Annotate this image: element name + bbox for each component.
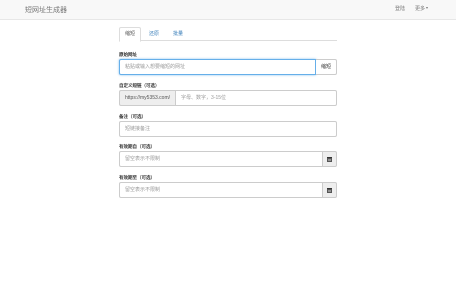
main-container: 缩短 还原 批量 原始网址 粘贴或输入想要缩短的网址 缩短 自定义短链（可选） … <box>119 27 337 198</box>
shorten-button[interactable]: 缩短 <box>315 59 337 75</box>
url-field-group: 原始网址 粘贴或输入想要缩短的网址 缩短 <box>119 52 337 75</box>
start-date-calendar-button[interactable] <box>323 151 337 167</box>
end-date-label: 有效期至（可选） <box>119 175 155 180</box>
more-dropdown[interactable]: 更多 <box>415 5 428 12</box>
custom-label: 自定义短链（可选） <box>119 83 160 88</box>
note-field-group: 备注（可选） 短链接备注 <box>119 114 337 137</box>
end-date-calendar-button[interactable] <box>323 182 337 198</box>
tab-bar: 缩短 还原 批量 <box>119 27 337 42</box>
tab-shorten[interactable]: 缩短 <box>119 27 142 42</box>
calendar-icon <box>327 157 332 162</box>
custom-field-group: 自定义短链（可选） https://my5353.com/ 字母、数字，3-15… <box>119 83 337 106</box>
start-date-field-group: 有效期自（可选） 留空表示不限制 <box>119 144 337 167</box>
tab-restore[interactable]: 还原 <box>143 27 165 41</box>
domain-prefix: https://my5353.com/ <box>119 90 176 106</box>
url-label: 原始网址 <box>119 52 137 57</box>
note-input[interactable]: 短链接备注 <box>119 121 337 137</box>
tab-batch[interactable]: 批量 <box>167 27 189 41</box>
navbar-links: 登陆 更多 <box>395 5 428 12</box>
caret-down-icon <box>426 7 428 9</box>
start-date-label: 有效期自（可选） <box>119 144 155 149</box>
note-label: 备注（可选） <box>119 114 146 119</box>
more-label: 更多 <box>414 6 425 12</box>
brand-logo[interactable]: 短网址生成器 <box>25 5 67 15</box>
navbar: 短网址生成器 登陆 更多 <box>0 0 456 20</box>
end-date-input[interactable]: 留空表示不限制 <box>119 182 323 198</box>
end-date-field-group: 有效期至（可选） 留空表示不限制 <box>119 175 337 198</box>
url-input[interactable]: 粘贴或输入想要缩短的网址 <box>119 59 316 75</box>
login-link[interactable]: 登陆 <box>395 5 405 12</box>
start-date-input[interactable]: 留空表示不限制 <box>119 151 323 167</box>
calendar-icon <box>327 188 332 193</box>
custom-alias-input[interactable]: 字母、数字，3-15位 <box>175 90 337 106</box>
